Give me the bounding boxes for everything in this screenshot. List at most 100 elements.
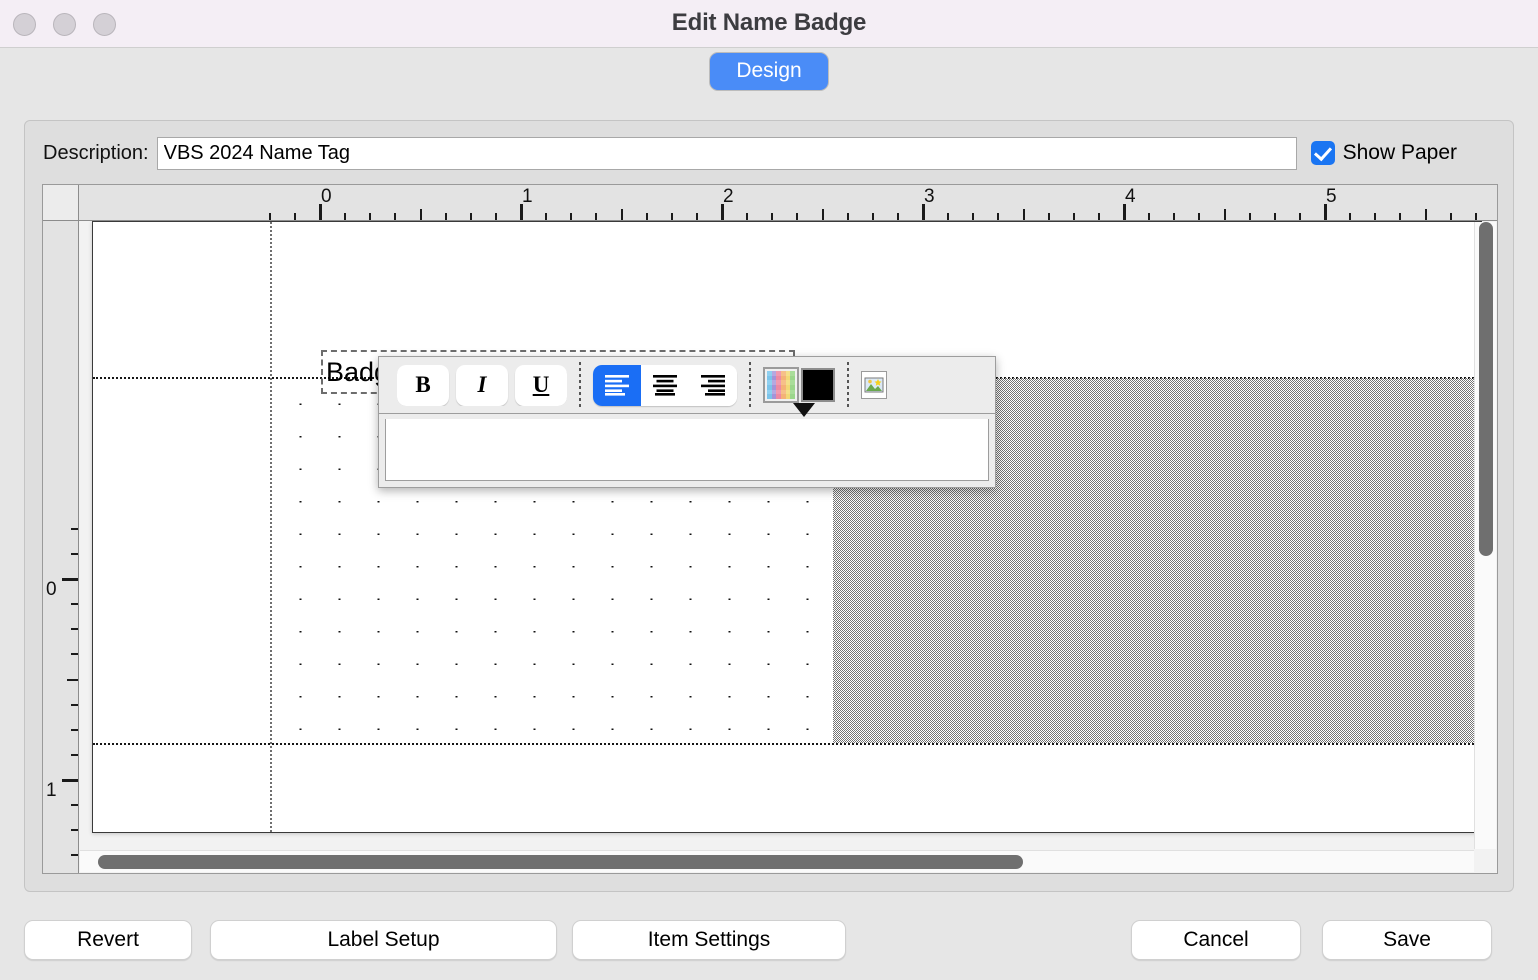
cancel-button[interactable]: Cancel [1131,920,1301,960]
ruler-tick [71,603,78,605]
ruler-tick [67,679,78,681]
ruler-tick [71,829,78,831]
ruler-tick [344,213,346,220]
text-format-popup[interactable]: B I U [378,356,996,488]
ruler-tick [545,213,547,220]
ruler-corner [43,185,79,221]
ruler-tick [394,213,396,220]
vertical-scrollbar[interactable] [1474,222,1496,849]
text-entry-field[interactable] [385,419,989,481]
tab-design[interactable]: Design [709,52,828,91]
ruler-tick [71,553,78,555]
align-center-button[interactable] [641,365,689,406]
ruler-label: 3 [924,186,935,208]
color-controls [763,362,835,408]
ruler-tick [294,213,296,220]
ruler-tick [71,528,78,530]
window-titlebar: Edit Name Badge [0,0,1538,48]
ruler-tick [595,213,597,220]
ruler-tick [1274,213,1276,220]
description-input[interactable] [157,137,1297,170]
save-button[interactable]: Save [1322,920,1492,960]
ruler-tick [696,213,698,220]
ruler-tick [621,209,623,220]
align-right-icon [700,374,726,396]
ruler-tick [897,213,899,220]
vertical-ruler: 01 [43,221,79,873]
show-paper-control[interactable]: Show Paper [1311,141,1457,165]
item-settings-button[interactable]: Item Settings [572,920,846,960]
toolbar-separator-3 [847,362,849,408]
align-right-button[interactable] [689,365,737,406]
text-alignment-group [593,365,737,406]
ruler-tick [1048,213,1050,220]
toolbar-separator-2 [749,362,751,408]
ruler-tick [646,213,648,220]
ruler-tick [1148,213,1150,220]
ruler-tick [71,704,78,706]
color-palette-icon[interactable] [763,367,799,403]
color-dropdown-arrow[interactable] [793,403,815,417]
format-toolbar: B I U [378,356,996,414]
design-editor-panel: Description: Show Paper 012345 01 [24,120,1514,892]
dialog-button-bar: Revert Label Setup Item Settings Cancel … [0,896,1538,980]
revert-button[interactable]: Revert [24,920,192,960]
ruler-tick [71,628,78,630]
paper-sheet[interactable]: Badge Name [92,221,1482,833]
ruler-tick [470,213,472,220]
ruler-tick [997,213,999,220]
description-label: Description: [43,142,149,165]
underline-button[interactable]: U [515,365,567,406]
align-center-icon [652,374,678,396]
align-left-icon [604,374,630,396]
ruler-tick [1098,213,1100,220]
ruler-tick [872,213,874,220]
ruler-tick [796,213,798,220]
ruler-tick [62,779,78,782]
label-setup-button[interactable]: Label Setup [210,920,557,960]
bold-button[interactable]: B [397,365,449,406]
ruler-label: 1 [522,186,533,208]
canvas-viewport[interactable]: Badge Name [79,221,1497,873]
ruler-tick [1224,209,1226,220]
ruler-tick [71,653,78,655]
format-popup-body [378,414,996,488]
ruler-tick [1399,213,1401,220]
label-bottom-guide [93,743,1481,745]
ruler-tick [71,754,78,756]
ruler-tick [671,213,673,220]
ruler-tick [420,209,422,220]
ruler-label: 0 [321,186,332,208]
horizontal-scrollbar-thumb[interactable] [98,855,1023,869]
ruler-tick [1349,213,1351,220]
horizontal-ruler: 012345 [79,185,1497,221]
toolbar-separator-1 [579,362,581,408]
insert-image-icon[interactable] [861,371,887,399]
tab-bar: Design [0,48,1538,95]
ruler-tick [1073,213,1075,220]
ruler-label: 0 [46,579,57,601]
ruler-tick [847,213,849,220]
ruler-tick [1173,213,1175,220]
ruler-tick [1425,209,1427,220]
ruler-tick [1374,213,1376,220]
design-canvas-area[interactable]: 012345 01 Badg [42,184,1498,874]
ruler-tick [947,213,949,220]
horizontal-scrollbar[interactable] [80,850,1474,872]
ruler-label: 5 [1326,186,1337,208]
current-color-well[interactable] [801,368,835,402]
ruler-tick [972,213,974,220]
ruler-tick [71,729,78,731]
ruler-tick [822,209,824,220]
ruler-tick [570,213,572,220]
ruler-label: 4 [1125,186,1136,208]
window-title: Edit Name Badge [0,9,1538,37]
vertical-scrollbar-thumb[interactable] [1479,222,1493,556]
ruler-tick [746,213,748,220]
show-paper-label: Show Paper [1343,141,1457,165]
show-paper-checkbox[interactable] [1311,141,1335,165]
italic-button[interactable]: I [456,365,508,406]
ruler-tick [71,854,78,856]
ruler-tick [1475,213,1477,220]
align-left-button[interactable] [593,365,641,406]
